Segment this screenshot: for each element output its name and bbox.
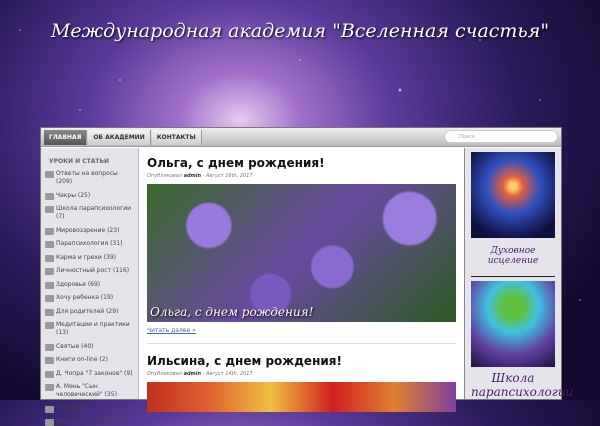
category-link[interactable]: Для родителей (29) xyxy=(45,308,134,316)
folder-icon xyxy=(45,343,54,351)
post-author[interactable]: admin xyxy=(184,371,201,377)
category-link[interactable]: Личностный рост (116) xyxy=(45,267,134,275)
category-link[interactable]: Мысли студентов (10) xyxy=(45,418,134,426)
category-label: Медитации и практики (13) xyxy=(56,321,130,336)
folder-icon xyxy=(45,206,54,213)
category-link[interactable]: Здоровье (69) xyxy=(45,281,134,289)
folder-icon xyxy=(45,384,54,391)
folder-icon xyxy=(45,171,54,178)
folder-icon xyxy=(45,192,54,200)
meta-by: Опубликовал xyxy=(147,173,182,179)
folder-icon xyxy=(45,419,54,426)
category-link[interactable]: Школа парапсихологии (7) xyxy=(45,205,134,221)
folder-icon xyxy=(45,295,54,302)
folder-icon xyxy=(45,405,54,413)
widget-caption[interactable]: Духовное исцеление xyxy=(471,246,555,266)
folder-icon xyxy=(45,268,54,275)
widget-image-school[interactable] xyxy=(471,281,555,367)
category-link[interactable]: Медитации и практики (13) xyxy=(45,321,134,337)
right-sidebar: Духовное исцеление Школа парапсихологии xyxy=(464,148,573,399)
category-label: Здоровье (69) xyxy=(56,280,101,288)
category-label: А. Мень "Сын человеческий" (35) xyxy=(56,383,117,398)
category-label: Парапсихология (31) xyxy=(56,240,123,247)
post-title[interactable]: Ильсина, с днем рождения! xyxy=(147,354,456,368)
left-sidebar: УРОКИ И СТАТЬИ Ответы на вопросы (209) Ча… xyxy=(41,148,139,426)
meta-by: Опубликовал xyxy=(147,371,182,377)
site-title: Международная академия "Вселенная счасть… xyxy=(50,20,550,42)
post-meta: Опубликовал admin - Август 16th, 2017 xyxy=(147,173,456,179)
nav-contacts[interactable]: КОНТАКТЫ xyxy=(151,129,202,145)
category-label: Мировоззрение (23) xyxy=(56,226,120,234)
post-image[interactable] xyxy=(147,382,456,412)
category-label: Ответы на вопросы (209) xyxy=(56,170,118,185)
folder-icon xyxy=(45,227,54,235)
page-container: ГЛАВНАЯ ОБ АКАДЕМИИ КОНТАКТЫ Поиск УРОКИ… xyxy=(40,127,573,426)
category-link[interactable]: Чакры (25) xyxy=(45,192,134,200)
folder-icon xyxy=(45,241,54,248)
category-label: Книги on-line (2) xyxy=(56,356,108,363)
content: Ольга, с днем рождения! Опубликовал admi… xyxy=(141,148,462,412)
divider xyxy=(471,276,555,277)
category-link[interactable]: Книги on-line (2) xyxy=(45,356,134,364)
category-link[interactable]: Д. Чопра "7 законов" (9) xyxy=(45,370,134,378)
category-link[interactable]: Парапсихология (31) xyxy=(45,240,134,248)
category-label: Личностный рост (116) xyxy=(56,267,130,274)
category-label: Для родителей (29) xyxy=(56,307,119,315)
folder-icon xyxy=(45,357,54,364)
widget-image-healing[interactable] xyxy=(471,152,555,238)
category-link[interactable]: Хочу ребенка (19) xyxy=(45,294,134,302)
category-label: Хочу ребенка (19) xyxy=(56,294,114,301)
category-link[interactable]: Святые (40) xyxy=(45,343,134,351)
search-input[interactable]: Поиск xyxy=(444,130,558,143)
folder-icon xyxy=(45,322,54,329)
sidebar-heading: УРОКИ И СТАТЬИ xyxy=(49,158,110,165)
category-label: Мысли студентов (10) xyxy=(56,418,126,425)
post-image[interactable]: Ольга, с днем рождения! xyxy=(147,184,456,322)
divider xyxy=(147,343,456,344)
post-author[interactable]: admin xyxy=(184,173,201,179)
folder-icon xyxy=(45,308,54,316)
folder-icon xyxy=(45,254,54,262)
category-label: Святые (40) xyxy=(56,342,94,350)
post-meta: Опубликовал admin - Август 14th, 2017 xyxy=(147,371,456,377)
nav-about[interactable]: ОБ АКАДЕМИИ xyxy=(88,129,151,145)
read-more-link[interactable]: Читать далее » xyxy=(147,327,456,334)
category-link[interactable]: Стихи (9) xyxy=(45,405,134,413)
post-date: - Август 16th, 2017 xyxy=(202,173,253,179)
folder-icon xyxy=(45,370,54,378)
category-link[interactable]: Ответы на вопросы (209) xyxy=(45,170,134,186)
category-label: Карма и грехи (39) xyxy=(56,253,116,261)
widget-caption[interactable]: Школа парапсихологии xyxy=(471,371,573,399)
category-link[interactable]: Карма и грехи (39) xyxy=(45,254,134,262)
main-nav: ГЛАВНАЯ ОБ АКАДЕМИИ КОНТАКТЫ Поиск xyxy=(41,128,561,147)
post: Ольга, с днем рождения! Опубликовал admi… xyxy=(147,156,456,344)
category-label: Школа парапсихологии (7) xyxy=(56,205,132,220)
category-label: Стихи (9) xyxy=(56,404,86,412)
image-caption: Ольга, с днем рождения! xyxy=(150,305,314,319)
category-label: Чакры (25) xyxy=(56,191,91,199)
post-date: - Август 14th, 2017 xyxy=(202,371,253,377)
category-link[interactable]: А. Мень "Сын человеческий" (35) xyxy=(45,383,134,399)
folder-icon xyxy=(45,281,54,289)
category-label: Д. Чопра "7 законов" (9) xyxy=(56,369,133,377)
nav-home[interactable]: ГЛАВНАЯ xyxy=(44,129,88,145)
category-link[interactable]: Мировоззрение (23) xyxy=(45,227,134,235)
post: Ильсина, с днем рождения! Опубликовал ad… xyxy=(147,354,456,412)
post-title[interactable]: Ольга, с днем рождения! xyxy=(147,156,456,170)
